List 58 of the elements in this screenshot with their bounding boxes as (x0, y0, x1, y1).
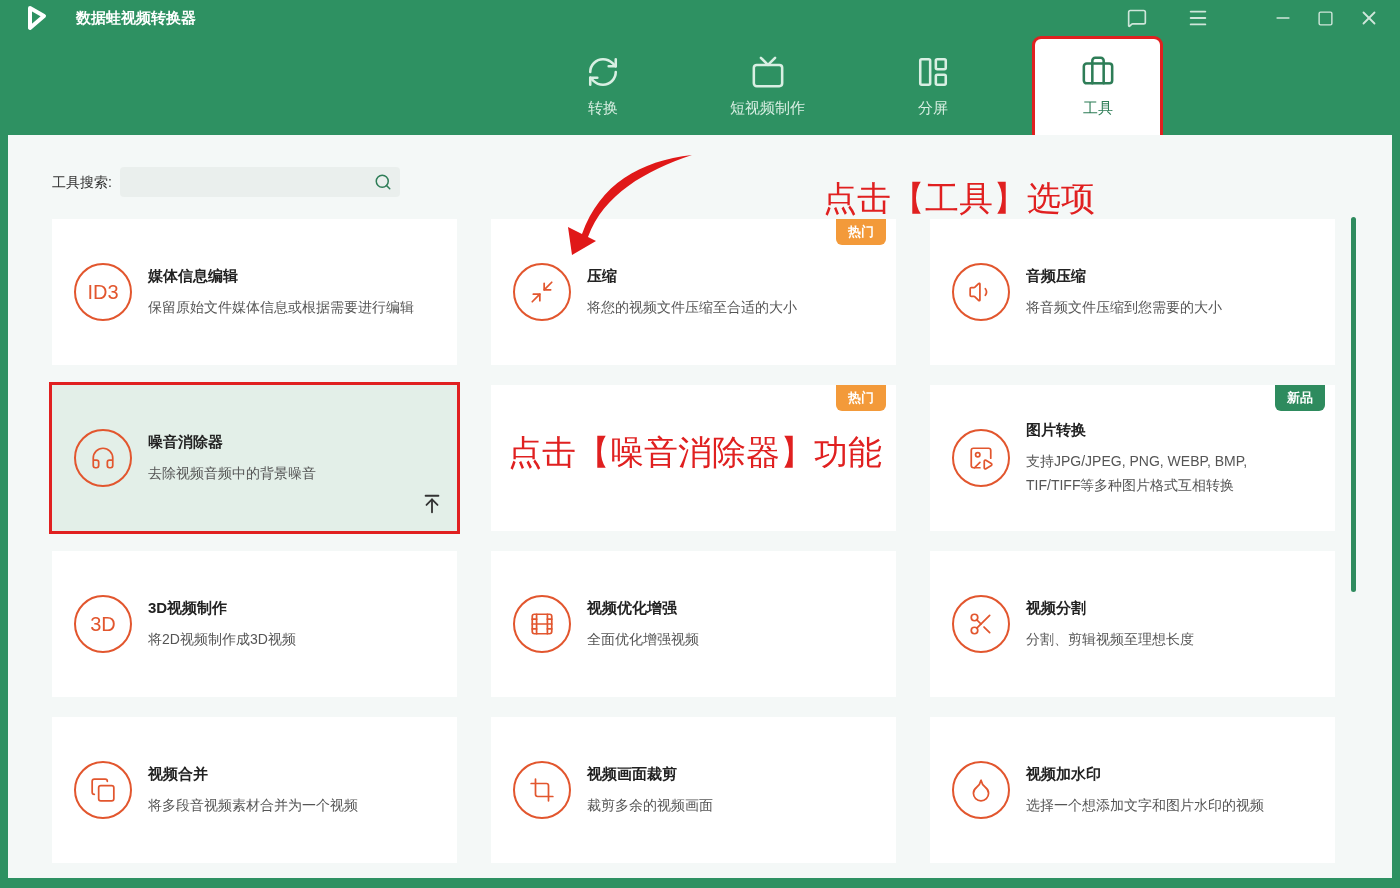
overlap-icon (74, 761, 132, 819)
tool-card[interactable]: 热门 压缩 将您的视频文件压缩至合适的大小 (491, 219, 896, 365)
tool-description: 裁剪多余的视频画面 (587, 796, 713, 816)
tool-title: 图片转换 (1026, 419, 1087, 440)
tool-card[interactable]: 音频压缩 将音频文件压缩到您需要的大小 (930, 219, 1335, 365)
tool-card[interactable]: 视频优化增强 全面优化增强视频 (491, 551, 896, 697)
search-icon[interactable] (373, 173, 392, 191)
annotation-text: 点击【工具】选项 (823, 178, 1095, 219)
tag-badge: 热门 (836, 385, 886, 411)
tool-description: 去除视频音频中的背景噪音 (148, 464, 316, 484)
tool-title: 音频压缩 (1026, 265, 1087, 286)
tool-card[interactable]: 视频分割 分割、剪辑视频至理想长度 (930, 551, 1335, 697)
compress-icon (513, 263, 571, 321)
scrollbar-thumb[interactable] (1351, 217, 1356, 592)
tool-description: 全面优化增强视频 (587, 630, 699, 650)
tool-description: 将多段音视频素材合并为一个视频 (148, 796, 358, 816)
tool-title: 压缩 (587, 265, 618, 286)
maximize-icon[interactable] (1317, 9, 1334, 27)
tool-card[interactable]: 视频合并 将多段音视频素材合并为一个视频 (52, 717, 457, 863)
tool-description: 支持JPG/JPEG, PNG, WEBP, BMP, TIF/TIFF等多种图片格式互相转换 (1026, 452, 1249, 496)
tool-description: 选择一个想添加文字和图片水印的视频 (1026, 796, 1264, 816)
crop-icon (513, 761, 571, 819)
search-label: 工具搜索: (52, 172, 112, 192)
tool-title: 视频加水印 (1026, 763, 1102, 784)
tool-description: 将您的视频文件压缩至合适的大小 (587, 298, 797, 318)
tool-card[interactable]: 视频画面裁剪 裁剪多余的视频画面 (491, 717, 896, 863)
tool-description: 保留原始文件媒体信息或根据需要进行编辑 (148, 298, 414, 318)
tv-icon (750, 54, 785, 89)
tool-description: 分割、剪辑视频至理想长度 (1026, 630, 1194, 650)
tool-title: 3D视频制作 (148, 597, 229, 618)
tool-title: 视频优化增强 (587, 597, 678, 618)
tool-card[interactable]: 视频加水印 选择一个想添加文字和图片水印的视频 (930, 717, 1335, 863)
annotation-text: 点击【噪音消除器】功能 (508, 432, 882, 473)
drop-icon (952, 761, 1010, 819)
tool-icon: ID3 (74, 263, 132, 321)
scissors-icon (952, 595, 1010, 653)
search-field[interactable] (119, 167, 400, 197)
tag-badge: 热门 (836, 219, 886, 245)
tool-title: 噪音消除器 (148, 431, 224, 452)
tool-title: 视频分割 (1026, 597, 1087, 618)
tool-card[interactable]: 噪音消除器 去除视频音频中的背景噪音 (52, 385, 457, 531)
tool-card[interactable]: 3D 3D视频制作 将2D视频制作成3D视频 (52, 551, 457, 697)
window-title: 数据蛙视频转换器 (76, 7, 196, 28)
speaker-icon (952, 263, 1010, 321)
nav-tab[interactable]: 工具 (1035, 39, 1160, 135)
tool-icon: 3D (74, 595, 132, 653)
tool-card[interactable]: 新品 图片转换 支持JPG/JPEG, PNG, WEBP, BMP, TIF/TIFF等多种图片格式互相转换 (930, 385, 1335, 531)
tool-title: 视频合并 (148, 763, 209, 784)
tool-description: 将音频文件压缩到您需要的大小 (1026, 298, 1222, 318)
headphones-icon (74, 429, 132, 487)
tool-title: 媒体信息编辑 (148, 265, 239, 286)
film-icon (513, 595, 571, 653)
tag-badge: 新品 (1275, 385, 1325, 411)
feedback-icon[interactable] (1127, 8, 1147, 28)
image-icon (952, 429, 1010, 487)
tool-card[interactable]: ID3 媒体信息编辑 保留原始文件媒体信息或根据需要进行编辑 (52, 219, 457, 365)
tool-description: 将2D视频制作成3D视频 (148, 630, 296, 650)
tool-title: 视频画面裁剪 (587, 763, 678, 784)
